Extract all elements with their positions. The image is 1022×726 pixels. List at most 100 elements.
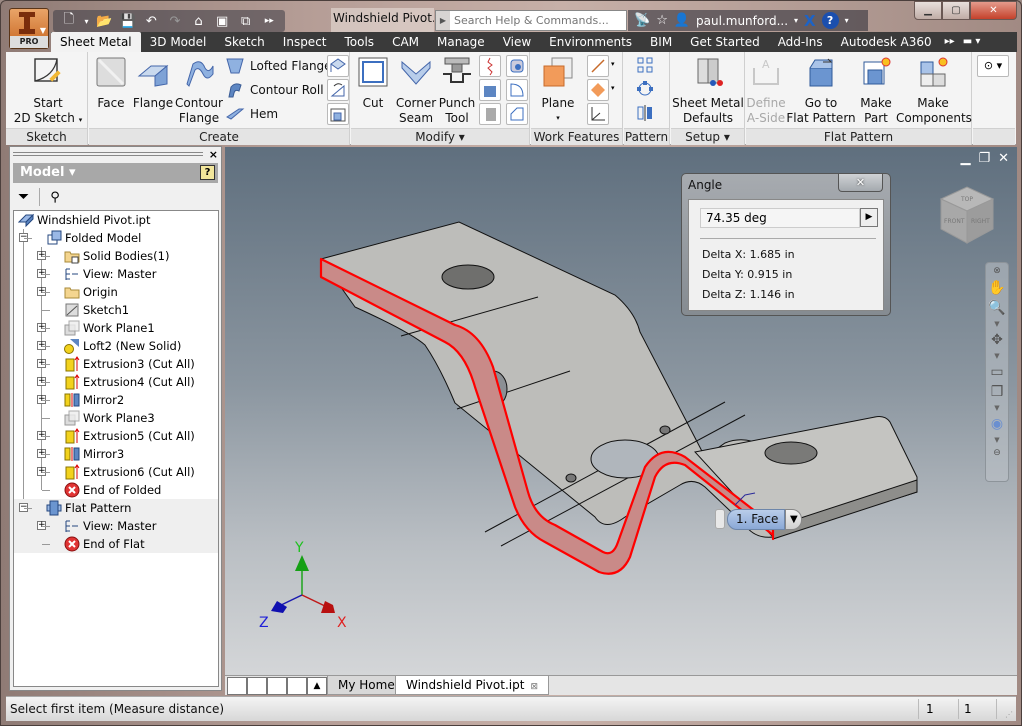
hem-button[interactable]: Hem — [225, 103, 278, 125]
home-icon[interactable]: ⌂ — [189, 12, 209, 30]
tree-item[interactable]: + Mirror2 — [14, 391, 218, 409]
plane-button[interactable]: Plane ▾ — [535, 56, 581, 126]
undo-icon[interactable]: ↶ — [142, 12, 162, 30]
tree-item[interactable]: + View: Master — [14, 265, 218, 283]
tab-my-home[interactable]: My Home — [327, 676, 406, 695]
tree-item[interactable]: + Solid Bodies(1) — [14, 247, 218, 265]
tab-manage[interactable]: Manage — [428, 32, 494, 52]
find-binoculars-icon[interactable]: ⚲ — [50, 190, 60, 205]
chevron-down-icon[interactable]: ▼ — [785, 508, 803, 530]
chevron-down-icon[interactable]: ▼ — [994, 320, 999, 328]
face-button[interactable]: Face — [93, 56, 129, 111]
make-components-button[interactable]: Make Components — [896, 56, 972, 126]
ribbon-minimize-icon[interactable]: ▬ ▾ — [959, 32, 985, 52]
tab-sketch[interactable]: Sketch — [215, 32, 273, 52]
tree-item[interactable]: + Origin — [14, 283, 218, 301]
redo-icon[interactable]: ↷ — [165, 12, 185, 30]
tab-sheet-metal[interactable]: Sheet Metal — [51, 32, 141, 52]
new-document-icon[interactable]: 🗋 — [59, 12, 79, 30]
tab-bim[interactable]: BIM — [641, 32, 681, 52]
more-tabs-icon[interactable]: ▸▸ — [941, 32, 959, 52]
contour-roll-button[interactable]: Contour Roll — [225, 79, 324, 101]
cosmetic-centerline-button[interactable] — [506, 55, 528, 77]
close-tab-icon[interactable]: ⊠ — [530, 682, 538, 692]
tab-autodesk-a360[interactable]: Autodesk A360 — [832, 32, 941, 52]
bend-button[interactable] — [327, 103, 349, 125]
ribbon-overflow-button[interactable]: ⊙ ▾ — [977, 55, 1009, 77]
tab-cam[interactable]: CAM — [383, 32, 428, 52]
chevron-down-icon[interactable]: ▼ — [994, 404, 999, 412]
chevron-down-icon[interactable]: ▾ — [845, 16, 849, 25]
application-menu-button[interactable]: ▼ PRO — [9, 8, 49, 49]
tab-3d-model[interactable]: 3D Model — [141, 32, 216, 52]
browser-title-dropdown[interactable]: Model ▾ — [20, 165, 76, 180]
chevron-down-icon[interactable]: ▾ — [611, 60, 615, 68]
maximize-button[interactable]: ▢ — [942, 1, 970, 20]
cascade-windows-icon[interactable] — [227, 677, 247, 695]
communication-center-icon[interactable]: 📡 — [634, 13, 650, 28]
group-label[interactable]: Setup ▾ — [671, 128, 744, 145]
close-icon[interactable]: ⊗ — [993, 266, 1001, 276]
chevron-down-icon[interactable]: ▾ — [611, 84, 615, 92]
help-icon[interactable]: ? — [821, 12, 839, 29]
close-icon[interactable]: × — [209, 148, 218, 161]
refold-button[interactable] — [479, 103, 501, 125]
chevron-down-icon[interactable]: ▾ — [83, 12, 91, 30]
angle-value-field[interactable]: 74.35 deg — [700, 208, 860, 228]
chevron-up-icon[interactable]: ▲ — [307, 677, 327, 695]
rip-button[interactable] — [479, 55, 501, 77]
update-icon[interactable]: ▣ — [212, 12, 232, 30]
favorites-star-icon[interactable]: ☆ — [656, 13, 668, 28]
rectangular-pattern-button[interactable] — [635, 55, 657, 77]
tree-item[interactable]: Sketch1 — [14, 301, 218, 319]
dialog-close-button[interactable]: ✕ — [838, 174, 883, 192]
close-button[interactable]: ✕ — [970, 1, 1017, 20]
tab-add-ins[interactable]: Add-Ins — [769, 32, 832, 52]
tile-windows-icon[interactable] — [247, 677, 267, 695]
filter-icon[interactable]: ⏷ — [18, 189, 29, 205]
viewcube[interactable]: TOP FRONT RIGHT — [939, 185, 995, 245]
save-icon[interactable]: 💾 — [118, 12, 138, 30]
tree-item[interactable]: End of Flat — [14, 535, 218, 553]
contour-flange-button[interactable]: Contour Flange — [175, 56, 223, 126]
tree-item[interactable]: − Folded Model — [14, 229, 218, 247]
define-a-side-button[interactable]: A Define A-Side — [746, 56, 786, 126]
punch-tool-button[interactable]: Punch Tool — [437, 56, 477, 126]
tab-windshield-pivot[interactable]: Windshield Pivot.ipt ⊠ — [395, 676, 549, 695]
tree-item[interactable]: + View: Master — [14, 517, 218, 535]
orbit-icon[interactable]: ✥ — [991, 332, 1003, 348]
flange-button[interactable]: Flange — [131, 56, 175, 111]
tree-item[interactable]: + Extrusion3 (Cut All) — [14, 355, 218, 373]
tree-item[interactable]: − Flat Pattern — [14, 499, 218, 517]
tab-inspect[interactable]: Inspect — [274, 32, 336, 52]
tab-get-started[interactable]: Get Started — [681, 32, 769, 52]
zoom-icon[interactable]: 🔍 — [988, 300, 1005, 316]
tile-vertical-icon[interactable] — [287, 677, 307, 695]
chevron-down-icon[interactable]: ▼ — [994, 352, 999, 360]
lofted-flange-button[interactable]: Lofted Flange — [225, 55, 332, 77]
point-button[interactable] — [587, 79, 609, 101]
search-expand-icon[interactable]: ▶ — [436, 11, 450, 30]
group-label[interactable]: Modify ▾ — [351, 128, 529, 145]
chevron-down-icon[interactable]: ▼ — [994, 436, 999, 444]
start-2d-sketch-button[interactable]: Start 2D Sketch ▾ — [12, 56, 84, 128]
help-icon[interactable]: ? — [200, 165, 215, 180]
tree-item[interactable]: + Loft2 (New Solid) — [14, 337, 218, 355]
panel-grip[interactable] — [13, 152, 203, 156]
tab-view[interactable]: View — [494, 32, 540, 52]
circular-pattern-button[interactable] — [635, 79, 657, 101]
user-name[interactable]: paul.munford... — [696, 14, 788, 28]
mirror-button[interactable] — [635, 103, 657, 125]
open-folder-icon[interactable]: 📂 — [94, 12, 114, 30]
tree-item[interactable]: + Work Plane1 — [14, 319, 218, 337]
tab-environments[interactable]: Environments — [540, 32, 641, 52]
customize-icon[interactable]: ⊖ — [993, 448, 1001, 458]
selection-label[interactable]: 1. Face — [727, 508, 786, 530]
axis-button[interactable] — [587, 55, 609, 77]
pan-hand-icon[interactable]: ✋ — [988, 280, 1005, 296]
chip-grip[interactable] — [715, 509, 725, 529]
chevron-down-icon[interactable]: ▾ — [794, 16, 798, 25]
tree-item[interactable]: + Extrusion6 (Cut All) — [14, 463, 218, 481]
look-at-icon[interactable]: ▭ — [990, 364, 1003, 380]
tree-item[interactable]: + Extrusion4 (Cut All) — [14, 373, 218, 391]
